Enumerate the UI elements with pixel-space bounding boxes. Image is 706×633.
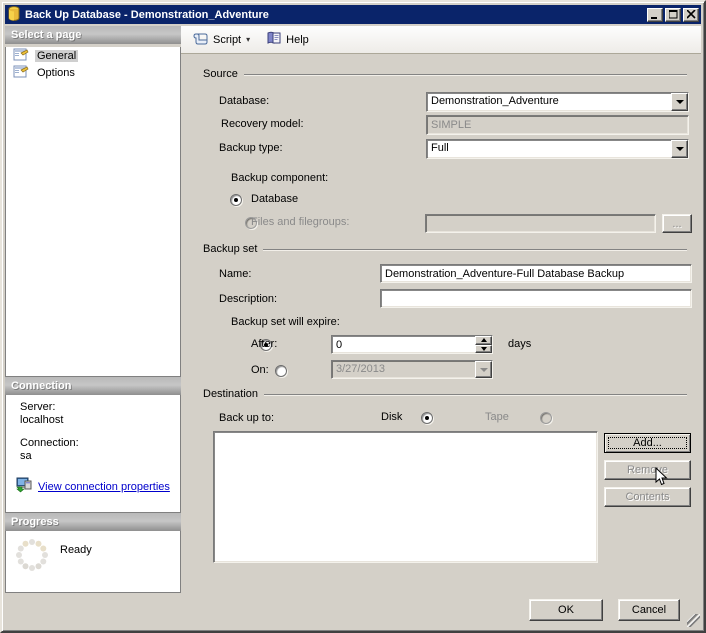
name-field-wrap	[380, 264, 692, 283]
connection-properties-icon	[16, 477, 33, 496]
sidebar: Select a page General Options Connection…	[5, 26, 181, 593]
description-input[interactable]	[385, 290, 691, 307]
source-group-label: Source	[203, 68, 238, 80]
database-radio-label: Database	[251, 193, 299, 205]
select-page-header: Select a page	[5, 26, 181, 44]
expire-label: Backup set will expire:	[231, 316, 340, 328]
contents-button-label: Contents	[625, 491, 670, 503]
progress-status: Ready	[60, 544, 92, 556]
after-days-spinner[interactable]	[331, 335, 493, 354]
backup-type-label: Backup type:	[219, 142, 283, 154]
database-value: Demonstration_Adventure	[431, 95, 559, 107]
group-divider	[264, 393, 687, 395]
maximize-button[interactable]	[665, 7, 681, 22]
database-icon	[7, 5, 21, 24]
cancel-button-label: Cancel	[631, 604, 667, 616]
group-divider	[243, 73, 687, 75]
tape-radio	[540, 412, 553, 424]
connection-value: sa	[20, 450, 32, 462]
backup-set-group-label: Backup set	[203, 243, 258, 255]
backup-type-combobox[interactable]: Full	[426, 139, 689, 159]
browse-button-label: ...	[672, 217, 682, 230]
browse-button: ...	[662, 214, 692, 233]
connection-header: Connection	[5, 377, 181, 395]
progress-panel: Ready	[5, 531, 181, 593]
recovery-model-value: SIMPLE	[431, 119, 472, 131]
name-label: Name:	[219, 268, 252, 280]
backup-type-value: Full	[431, 142, 449, 154]
sidebar-item-label: General	[35, 49, 79, 62]
view-connection-properties-link[interactable]: View connection properties	[38, 481, 170, 493]
on-radio[interactable]	[275, 365, 288, 377]
after-days-input[interactable]	[336, 337, 475, 353]
progress-header: Progress	[5, 513, 181, 531]
days-label: days	[508, 338, 532, 350]
page-list: General Options	[5, 47, 181, 377]
description-label: Description:	[219, 293, 278, 305]
titlebar: Back Up Database - Demonstration_Adventu…	[5, 5, 701, 24]
script-button[interactable]: Script ▾	[187, 28, 256, 51]
sidebar-item-label: Options	[37, 66, 75, 79]
group-divider	[263, 248, 687, 250]
destination-group-label: Destination	[203, 388, 259, 400]
dropdown-arrow-icon[interactable]	[671, 93, 688, 111]
help-button[interactable]: Help	[260, 28, 315, 51]
after-radio-label: After:	[251, 338, 278, 350]
disk-radio[interactable]	[421, 412, 434, 424]
recovery-model-label: Recovery model:	[221, 118, 304, 130]
remove-button: Remove	[604, 460, 691, 480]
add-button-label: Add...	[605, 434, 690, 452]
sidebar-item-options[interactable]: Options	[6, 64, 180, 81]
connection-panel: Server: localhost Connection: sa View co…	[5, 395, 181, 513]
tape-radio-label: Tape	[485, 411, 509, 423]
add-button[interactable]: Add...	[604, 433, 691, 453]
name-input[interactable]	[385, 265, 691, 282]
database-label: Database:	[219, 95, 270, 107]
help-label: Help	[286, 33, 309, 46]
on-date-picker: 3/27/2013	[331, 360, 493, 379]
script-label: Script	[213, 33, 242, 46]
server-label: Server:	[20, 401, 56, 413]
cancel-button[interactable]: Cancel	[618, 599, 680, 621]
ok-button[interactable]: OK	[529, 599, 603, 621]
spinner-buttons[interactable]	[475, 336, 492, 353]
on-date-value: 3/27/2013	[336, 363, 385, 375]
remove-button-label: Remove	[627, 464, 668, 476]
general-page-content: Source Database: Demonstration_Adventure…	[181, 55, 701, 586]
toolbar: Script ▾ Help	[181, 26, 701, 54]
help-icon	[266, 31, 282, 48]
chevron-down-icon: ▾	[246, 35, 251, 44]
description-field-wrap	[380, 289, 692, 308]
database-combobox[interactable]: Demonstration_Adventure	[426, 92, 689, 112]
server-value: localhost	[20, 414, 64, 426]
script-icon	[193, 31, 209, 48]
files-filegroups-field	[425, 214, 656, 233]
progress-spinner-icon	[14, 537, 50, 576]
recovery-model-field: SIMPLE	[426, 115, 689, 135]
connection-label: Connection:	[20, 437, 79, 449]
spinner-up-icon[interactable]	[475, 336, 492, 345]
backup-component-label: Backup component:	[231, 172, 329, 184]
close-button[interactable]	[683, 7, 699, 22]
dropdown-arrow-icon	[475, 361, 492, 378]
destination-listbox[interactable]	[213, 431, 598, 563]
disk-radio-label: Disk	[381, 411, 403, 423]
files-filegroups-label: Files and filegroups:	[251, 216, 350, 228]
dropdown-arrow-icon[interactable]	[671, 140, 688, 158]
contents-button: Contents	[604, 487, 691, 507]
on-radio-label: On:	[251, 364, 269, 376]
database-radio[interactable]	[230, 194, 242, 206]
sidebar-item-general[interactable]: General	[6, 47, 180, 64]
window-title: Back Up Database - Demonstration_Adventu…	[25, 8, 269, 21]
resize-grip[interactable]	[687, 614, 700, 627]
minimize-button[interactable]	[647, 7, 663, 22]
page-icon	[13, 47, 29, 64]
backup-database-dialog: Back Up Database - Demonstration_Adventu…	[0, 0, 706, 633]
backup-to-label: Back up to:	[219, 412, 275, 424]
spinner-down-icon[interactable]	[475, 344, 492, 353]
page-icon	[13, 64, 29, 81]
ok-button-label: OK	[558, 604, 574, 616]
